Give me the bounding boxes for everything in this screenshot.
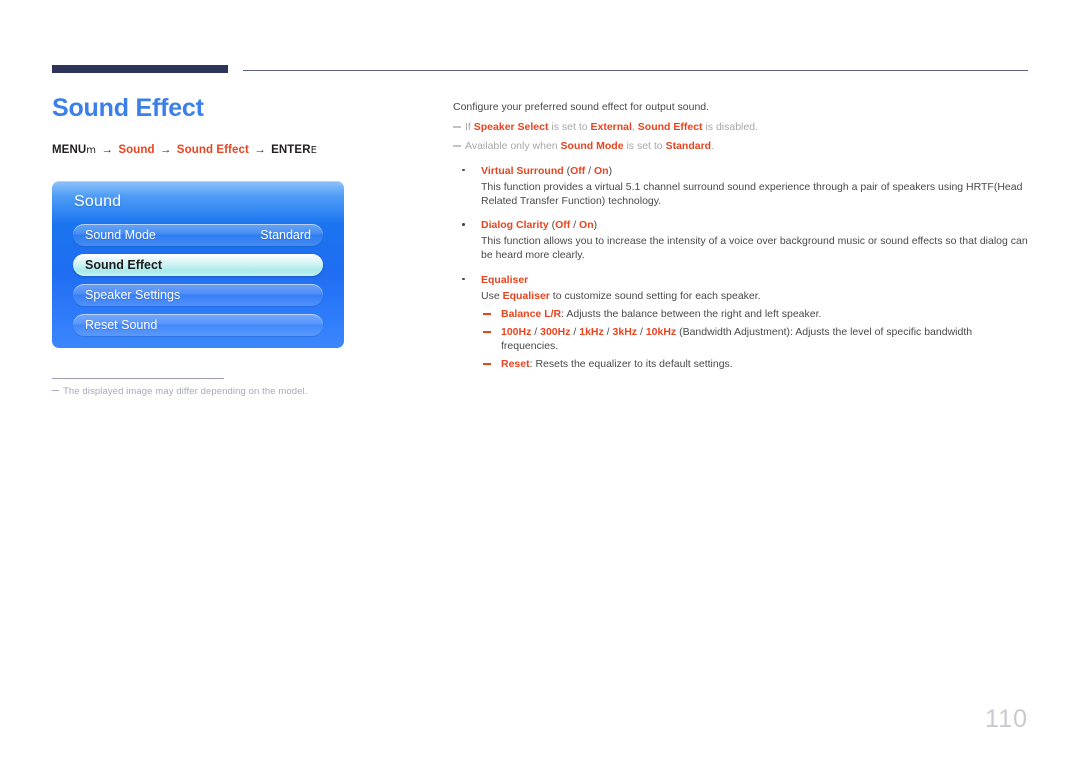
footnote-text: The displayed image may differ depending…	[52, 386, 352, 397]
osd-menu-item[interactable]: Sound Effect	[73, 254, 323, 276]
note-dash-icon	[453, 145, 461, 148]
osd-menu-item-label: Reset Sound	[85, 318, 158, 332]
note-text-seg: Sound Effect	[637, 121, 703, 134]
bullet-dot-icon	[462, 277, 465, 281]
note-text-seg: Speaker Select	[473, 121, 549, 134]
osd-panel-title: Sound	[74, 193, 122, 210]
page-number: 110	[985, 705, 1028, 733]
bullet-body: This function allows you to increase the…	[481, 235, 1028, 262]
header-rule-thick	[52, 65, 228, 73]
note-text-seg: Available only when	[465, 140, 561, 153]
content-bullet: Dialog Clarity (Off / On) This function a…	[453, 218, 1031, 263]
bullet-heading-name: Equaliser	[481, 273, 529, 286]
sub-item-text-seg: : Adjusts the balance between the right …	[561, 307, 822, 320]
left-footnote-block: The displayed image may differ depending…	[52, 378, 352, 397]
osd-menu-item-label: Speaker Settings	[85, 288, 181, 302]
sub-dash-icon	[483, 331, 491, 334]
sub-dash-icon	[483, 363, 491, 366]
menu-button-glyph-icon: m	[86, 144, 97, 156]
bullet-heading-options: (Off / On)	[563, 164, 613, 177]
bullet-option-token: Off	[555, 219, 571, 232]
bullet-heading: Virtual Surround (Off / On)	[481, 164, 1031, 178]
osd-sound-menu-panel: Sound Sound Mode Standard Sound Effect Spea…	[52, 181, 344, 348]
note-text-seg: is set to	[623, 140, 666, 153]
sub-item-text-seg: /	[570, 326, 580, 339]
bullet-body-seg: Equaliser	[502, 289, 550, 302]
menu-path-enter-label: ENTER	[271, 143, 311, 156]
osd-menu-item-label: Sound Effect	[85, 258, 163, 272]
bullet-sub-item: Balance L/R: Adjusts the balance between…	[481, 307, 1031, 321]
note-text-seg: is set to	[548, 121, 591, 134]
sub-item-text-seg: /	[531, 326, 541, 339]
content-bullet: Equaliser Use Equaliser to customize soun…	[453, 273, 1031, 372]
left-column: Sound Effect MENUm → Sound → Sound Effec…	[52, 94, 432, 156]
osd-menu-item[interactable]: Reset Sound	[73, 314, 323, 336]
sub-item-text-seg: Balance L/R	[501, 307, 562, 320]
menu-path-step-2: Sound Effect	[176, 143, 249, 156]
note-dash-icon	[453, 126, 461, 129]
bullet-dot-icon	[462, 168, 465, 172]
sub-item-text-seg: Reset	[501, 358, 530, 371]
notes-list: If Speaker Select is set to External, So…	[453, 120, 1031, 153]
header-rule-thin	[243, 70, 1028, 71]
content-note: Available only when Sound Mode is set to…	[453, 139, 1031, 153]
bullet-option-token: On	[579, 219, 594, 232]
enter-button-glyph-icon: E	[310, 144, 318, 156]
osd-menu-list: Sound Mode Standard Sound Effect Speaker Se…	[73, 224, 323, 344]
sub-item-text-seg: 10kHz	[645, 326, 677, 339]
bullet-heading: Equaliser	[481, 273, 1031, 287]
osd-menu-item[interactable]: Speaker Settings	[73, 284, 323, 306]
note-text-seg: If	[465, 121, 474, 134]
sub-dash-icon	[483, 312, 491, 315]
footnote-divider	[52, 378, 224, 379]
menu-path-menu-label: MENU	[52, 143, 87, 156]
bullet-body: This function provides a virtual 5.1 cha…	[481, 180, 1023, 207]
sub-item-text-seg: 100Hz	[501, 326, 532, 339]
menu-path-arrow-3-icon: →	[254, 143, 266, 156]
bullet-heading-options: (Off / On)	[548, 219, 598, 232]
bullet-heading: Dialog Clarity (Off / On)	[481, 218, 1031, 232]
note-text-seg: .	[711, 140, 714, 153]
sub-item-text-seg: /	[637, 326, 646, 339]
lead-paragraph: Configure your preferred sound effect fo…	[453, 101, 710, 113]
content-bullet: Virtual Surround (Off / On) This function…	[453, 164, 1031, 209]
menu-path-step-1: Sound	[118, 143, 155, 156]
bullet-sub-item: Reset: Resets the equalizer to its defau…	[481, 357, 1031, 371]
menu-path-arrow-2-icon: →	[159, 143, 172, 156]
sub-item-text-seg: : Resets the equalizer to its default se…	[529, 358, 733, 371]
sub-item-text-seg: 1kHz	[579, 326, 604, 339]
bullet-body: Use Equaliser to customize sound setting…	[481, 289, 1031, 303]
note-text-seg: External	[590, 121, 632, 134]
sub-item-text-seg: /	[603, 326, 613, 339]
bullet-dot-icon	[462, 223, 465, 226]
bullet-body-seg: to customize sound setting for each spea…	[549, 289, 761, 302]
bullet-sub-item: 100Hz / 300Hz / 1kHz / 3kHz / 10kHz (Ban…	[481, 325, 1031, 353]
content-column: Configure your preferred sound effect fo…	[453, 100, 1031, 372]
menu-path-arrow-1-icon: →	[101, 143, 114, 156]
footnote-dash-icon	[52, 390, 59, 391]
bullet-option-token: On	[594, 164, 609, 177]
bullets-list: Virtual Surround (Off / On) This function…	[453, 164, 1031, 372]
menu-path-breadcrumb: MENUm → Sound → Sound Effect → ENTERE	[52, 144, 432, 156]
bullet-option-token: Off	[570, 164, 586, 177]
bullet-heading-name: Dialog Clarity	[481, 219, 549, 232]
note-text-seg: Standard	[665, 140, 712, 153]
sub-item-text-seg: 300Hz	[540, 326, 571, 339]
page-title: Sound Effect	[52, 94, 204, 122]
osd-menu-item-label: Sound Mode	[85, 228, 156, 242]
bullet-heading-name: Virtual Surround	[481, 164, 564, 177]
sub-item-text-seg: 3kHz	[612, 326, 638, 339]
note-text-seg: Sound Mode	[560, 140, 624, 153]
content-note: If Speaker Select is set to External, So…	[453, 120, 1031, 134]
footnote-label: The displayed image may differ depending…	[63, 386, 308, 397]
osd-menu-item[interactable]: Sound Mode Standard	[73, 224, 323, 246]
bullet-body-seg: Use	[481, 289, 503, 302]
osd-menu-item-value: Standard	[260, 228, 311, 242]
note-text-seg: is disabled.	[702, 121, 758, 134]
